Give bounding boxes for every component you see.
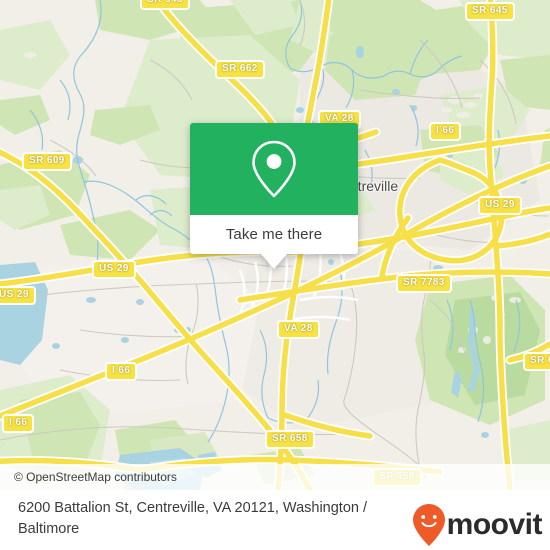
moovit-logo[interactable]: moovit [412,503,543,547]
road-shield: SR 6 [523,352,550,371]
map-screenshot: Centreville SR 645 SR 662 VA 28 I 66 SR … [0,0,550,550]
road-shield: SR 662 [215,60,265,79]
road-shield: I 66 [429,122,462,141]
take-me-there-label: Take me there [225,226,323,243]
road-shield: I 66 [105,362,138,381]
road-shield: US 29 [478,196,522,215]
moovit-smiley-pin-icon [412,504,445,546]
callout-icon-area [190,123,358,215]
road-shield: SR 7783 [396,274,452,293]
attribution-text: © OpenStreetMap contributors [14,470,177,484]
footer-bar: 6200 Battalion St, Centreville, VA 20121… [0,490,550,550]
road-shield: SR 658 [265,430,315,449]
road-shield: VA 28 [277,320,320,339]
road-shield: US 29 [92,260,136,279]
address-text: 6200 Battalion St, Centreville, VA 20121… [18,500,368,537]
moovit-wordmark: moovit [446,508,543,541]
map-pin-icon [252,140,296,198]
attribution-bar: © OpenStreetMap contributors [0,464,550,490]
road-shield: SR 645 [140,0,190,10]
callout-pointer [261,254,287,269]
road-shield: SR 609 [22,152,72,171]
location-callout-card[interactable]: Take me there [190,123,358,269]
road-shield: SR 645 [465,2,515,21]
road-shield: I 66 [2,414,35,433]
take-me-there-button[interactable]: Take me there [190,215,358,254]
road-shield: US 29 [0,286,36,305]
